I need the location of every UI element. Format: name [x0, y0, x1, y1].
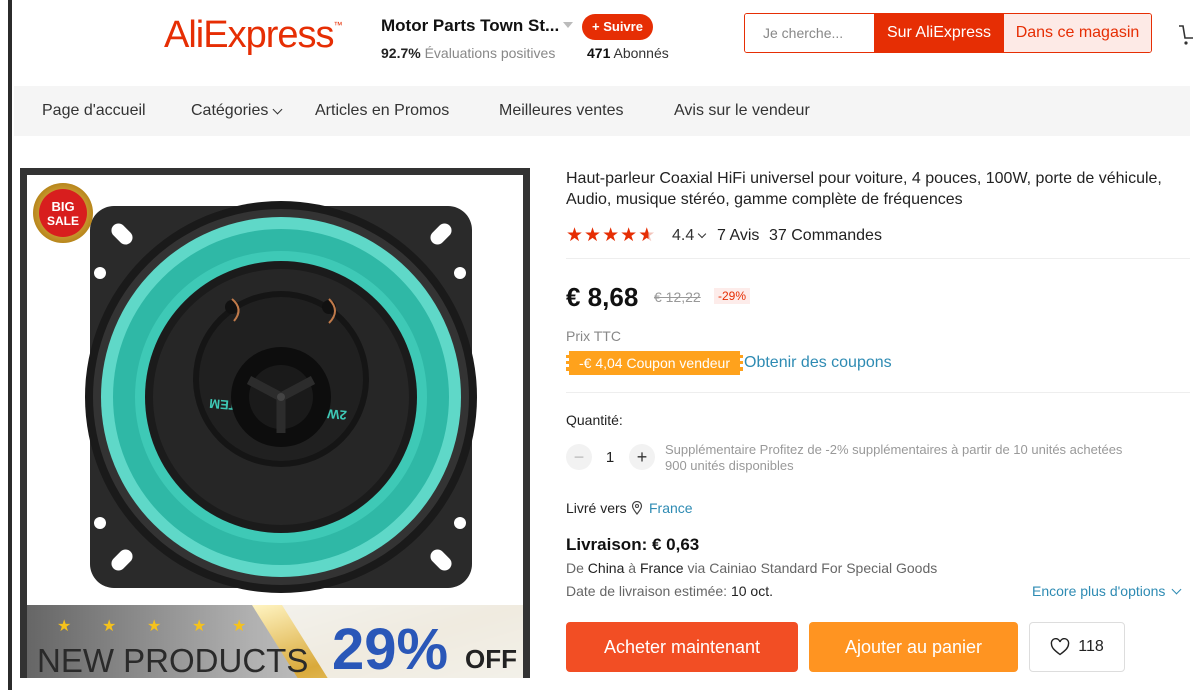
- nav-bestsellers[interactable]: Meilleures ventes: [499, 102, 624, 120]
- banner-percent: 29%: [332, 617, 448, 678]
- star-icon: ★: [102, 618, 116, 635]
- search-bar: Sur AliExpress Dans ce magasin: [744, 13, 1152, 53]
- search-input[interactable]: [745, 14, 874, 52]
- search-aliexpress-button[interactable]: Sur AliExpress: [874, 14, 1004, 52]
- star-icon: ★: [147, 618, 161, 635]
- more-shipping-options-link[interactable]: Encore plus d'options: [1032, 583, 1182, 599]
- get-coupons-link[interactable]: Obtenir des coupons: [744, 354, 892, 372]
- orders-count: 37 Commandes: [769, 227, 882, 244]
- quantity-value[interactable]: 1: [598, 449, 622, 466]
- star-icon: ★: [584, 225, 602, 246]
- wishlist-button[interactable]: 118: [1029, 622, 1125, 672]
- add-to-cart-button[interactable]: Ajouter au panier: [809, 622, 1018, 672]
- cart-icon[interactable]: [1177, 20, 1195, 48]
- aliexpress-logo[interactable]: AliExpress™: [164, 14, 343, 57]
- chevron-down-icon: [1171, 584, 1182, 595]
- shipping-route: De China à France via Cainiao Standard F…: [566, 560, 938, 576]
- rating-stars[interactable]: ★ ★ ★ ★ ★: [566, 226, 655, 245]
- nav-categories[interactable]: Catégories: [191, 102, 283, 120]
- star-icon: ★: [602, 225, 620, 246]
- star-icon: ★: [566, 225, 584, 246]
- heart-icon: [1050, 638, 1070, 656]
- current-price: € 8,68: [566, 282, 639, 312]
- quantity-decrease-button[interactable]: −: [566, 444, 592, 470]
- wishlist-count: 118: [1078, 638, 1104, 655]
- star-half-icon: ★: [638, 225, 656, 246]
- quantity-increase-button[interactable]: +: [629, 444, 655, 470]
- nav-home[interactable]: Page d'accueil: [42, 102, 146, 120]
- tax-note: Prix TTC: [566, 328, 621, 344]
- follow-button[interactable]: + Suivre: [582, 14, 653, 40]
- buy-now-button[interactable]: Acheter maintenant: [566, 622, 798, 672]
- star-icon: ★: [620, 225, 638, 246]
- divider: [566, 258, 1190, 259]
- star-icon: ★: [232, 618, 246, 635]
- nav-seller-reviews[interactable]: Avis sur le vendeur: [674, 102, 810, 120]
- banner-off: OFF: [465, 644, 517, 674]
- chevron-down-icon: [272, 104, 283, 115]
- deliver-country-link[interactable]: France: [649, 500, 693, 516]
- product-image[interactable]: 2WAY NdFeB SYSTEM BIG SALE ★ ★ ★ ★ ★ NEW…: [20, 168, 530, 678]
- location-pin-icon: [631, 501, 643, 515]
- search-store-button[interactable]: Dans ce magasin: [1004, 14, 1151, 52]
- discount-badge: -29%: [714, 288, 751, 304]
- nav-promos[interactable]: Articles en Promos: [315, 102, 449, 120]
- store-followers: 471 Abonnés: [587, 45, 669, 61]
- estimated-delivery: Date de livraison estimée: 10 oct.: [566, 583, 773, 599]
- original-price: € 12,22: [654, 289, 701, 305]
- quantity-label: Quantité:: [566, 412, 623, 428]
- store-name[interactable]: Motor Parts Town St...: [381, 16, 559, 36]
- store-rating: 92.7% Évaluations positives: [381, 45, 556, 61]
- chevron-down-icon: [698, 229, 707, 239]
- badge-big-text: BIG: [51, 199, 74, 214]
- badge-sale-text: SALE: [47, 214, 79, 228]
- star-icon: ★: [57, 618, 71, 635]
- star-icon: ★: [192, 618, 206, 635]
- chevron-down-icon[interactable]: [563, 22, 573, 28]
- shipping-cost: Livraison: € 0,63: [566, 535, 700, 554]
- banner-new-products: NEW PRODUCTS: [37, 642, 308, 678]
- deliver-to-label: Livré vers: [566, 500, 627, 516]
- quantity-note: Supplémentaire Profitez de -2% supplémen…: [665, 442, 1123, 473]
- reviews-link[interactable]: 7 Avis: [717, 227, 759, 245]
- store-nav: Page d'accueil Catégories Articles en Pr…: [14, 86, 1190, 136]
- product-title: Haut-parleur Coaxial HiFi universel pour…: [566, 170, 1162, 208]
- rating-score[interactable]: 4.4: [672, 227, 707, 245]
- window-edge: [8, 0, 12, 690]
- divider: [566, 392, 1190, 393]
- seller-coupon[interactable]: -€ 4,04 Coupon vendeur: [566, 351, 743, 375]
